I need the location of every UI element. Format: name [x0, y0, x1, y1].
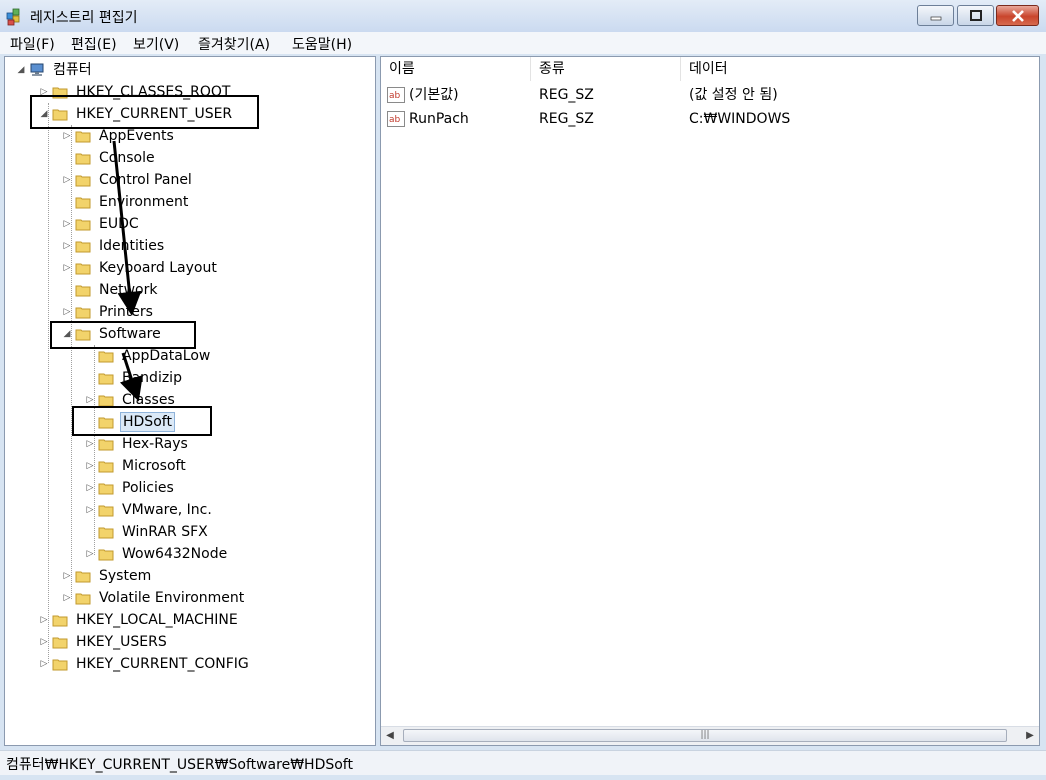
- registry-editor-window: 레지스트리 편집기 파일(F) 편집(E) 보기(V) 즐겨찾기(A) 도움말(…: [0, 0, 1046, 780]
- menu-file[interactable]: 파일(F): [10, 34, 55, 54]
- value-data: C:₩WINDOWS: [689, 111, 791, 127]
- menu-view[interactable]: 보기(V): [133, 34, 179, 54]
- title-bar: 레지스트리 편집기: [0, 0, 1046, 32]
- column-type[interactable]: 종류: [531, 57, 681, 81]
- maximize-button[interactable]: [957, 5, 994, 26]
- value-row[interactable]: ab RunPach REG_SZ C:₩WINDOWS: [381, 108, 1037, 130]
- column-data[interactable]: 데이터: [681, 57, 1037, 81]
- arrow-to-software: [112, 140, 142, 316]
- svg-text:ab: ab: [389, 91, 401, 101]
- close-button[interactable]: [996, 5, 1039, 26]
- horizontal-scrollbar[interactable]: ◀ ||| ▶: [381, 726, 1039, 745]
- annotation-arrows: [112, 140, 143, 402]
- minimize-button[interactable]: [917, 5, 954, 26]
- value-name: (기본값): [409, 87, 459, 103]
- registry-editor-icon: [6, 8, 20, 26]
- value-data: (값 설정 안 됨): [689, 87, 778, 103]
- arrow-to-hdsoft: [119, 352, 143, 402]
- window-title: 레지스트리 편집기: [30, 10, 138, 26]
- value-type: REG_SZ: [539, 87, 594, 103]
- value-name: RunPach: [409, 111, 469, 127]
- scroll-right-icon[interactable]: ▶: [1021, 727, 1039, 745]
- string-value-icon: ab: [387, 111, 405, 127]
- string-value-icon: ab: [387, 87, 405, 103]
- status-bar: 컴퓨터₩HKEY_CURRENT_USER₩Software₩HDSoft: [0, 750, 1046, 775]
- scroll-left-icon[interactable]: ◀: [381, 727, 399, 745]
- value-type: REG_SZ: [539, 111, 594, 127]
- value-row[interactable]: ab (기본값) REG_SZ (값 설정 안 됨): [381, 84, 1037, 106]
- maximize-icon: [969, 9, 982, 21]
- menu-edit[interactable]: 편집(E): [71, 34, 117, 54]
- svg-text:ab: ab: [389, 115, 401, 125]
- minimize-icon: [930, 16, 941, 20]
- column-name[interactable]: 이름: [381, 57, 531, 81]
- values-list[interactable]: 이름 종류 데이터 ab (기본값) REG_SZ (값 설정 안 됨) ab …: [380, 56, 1040, 746]
- registry-tree[interactable]: ◢ 컴퓨터 ▷ HKEY_CLASSES_ROOT ◢ HKEY_CURRENT…: [4, 56, 376, 746]
- menu-help[interactable]: 도움말(H): [292, 34, 352, 54]
- close-icon: [1011, 9, 1024, 22]
- scrollbar-thumb[interactable]: |||: [403, 729, 1007, 742]
- menu-favorites[interactable]: 즐겨찾기(A): [198, 34, 270, 54]
- status-path: 컴퓨터₩HKEY_CURRENT_USER₩Software₩HDSoft: [6, 757, 353, 773]
- menu-bar: 파일(F) 편집(E) 보기(V) 즐겨찾기(A) 도움말(H): [0, 32, 1046, 54]
